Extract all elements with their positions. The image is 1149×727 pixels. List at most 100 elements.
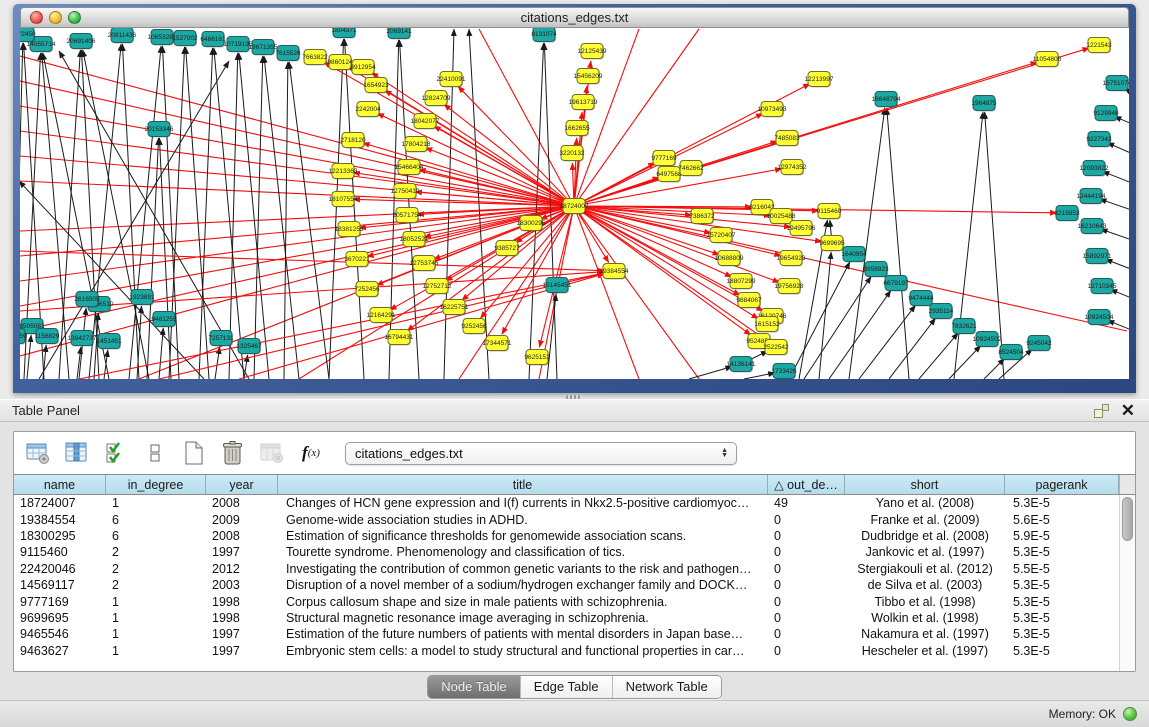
network-node[interactable]: 9252456 [461,319,487,335]
network-node[interactable]: 1654923 [363,78,389,94]
network-node[interactable]: 15466404 [395,160,424,176]
network-canvas[interactable]: 1872400732201321662655196137191545620912… [20,28,1129,379]
network-node[interactable]: 9625151 [524,350,550,366]
network-node[interactable]: 12213363 [329,164,358,180]
network-node[interactable]: 16210643 [1078,219,1107,235]
network-node[interactable]: 12750419 [391,184,420,200]
table-cell[interactable]: Tourette syndrome. Phenomenology and cla… [278,544,768,560]
network-node[interactable]: 10924504 [1085,310,1114,326]
table-cell[interactable]: Yano et al. (2008) [845,495,1005,511]
network-node[interactable]: 1662655 [564,121,590,137]
table-cell[interactable]: de Silva et al. (2003) [845,577,1005,593]
table-cell[interactable]: 0 [768,511,845,527]
table-cell[interactable]: 0 [768,643,845,659]
table-cell[interactable]: 22420046 [14,561,106,577]
table-row[interactable]: 1872400712008Changes of HCN gene express… [14,495,1119,511]
tab-edge-table[interactable]: Edge Table [520,676,612,698]
table-header-row[interactable]: namein_degreeyeartitle△ out_de…shortpage… [14,474,1135,495]
memory-ok-icon[interactable] [1123,707,1137,721]
minimize-window-icon[interactable] [49,11,62,24]
network-node[interactable]: 12753745 [410,256,439,272]
table-rows[interactable]: 1872400712008Changes of HCN gene express… [14,495,1119,671]
network-node[interactable]: 1640954 [841,247,867,263]
table-cell[interactable]: 9777169 [14,593,106,609]
network-node[interactable]: 9129946 [1093,106,1119,122]
network-node[interactable]: 1527002 [172,31,198,47]
network-node[interactable]: 2242004 [355,102,381,118]
table-cell[interactable]: 2 [106,544,206,560]
tab-node-table[interactable]: Node Table [428,676,520,698]
network-node[interactable]: 12824709 [422,91,451,107]
table-cell[interactable]: Estimation of the future numbers of pati… [278,626,768,642]
table-cell[interactable]: Embryonic stem cells: a model to study s… [278,643,768,659]
table-cell[interactable]: Franke et al. (2009) [845,511,1005,527]
column-header-pagerank[interactable]: pagerank [1005,475,1119,494]
network-node[interactable]: 8524504 [998,345,1024,361]
network-node[interactable]: 18724007 [560,199,589,215]
table-settings-icon[interactable] [25,440,51,466]
network-node[interactable]: 19495796 [787,221,816,237]
network-node[interactable]: 1615152 [754,317,780,333]
table-cell[interactable]: 0 [768,626,845,642]
column-header-name[interactable]: name [14,475,106,494]
table-cell[interactable]: 0 [768,577,845,593]
network-node[interactable]: 9115460 [817,204,842,220]
network-node[interactable]: 3670221 [344,252,370,268]
table-cell[interactable]: 1 [106,626,206,642]
network-node[interactable]: 19654923 [777,251,806,267]
network-node[interactable]: 7257131 [208,331,234,347]
network-node[interactable]: 12093822 [1080,161,1109,177]
column-header-in_degree[interactable]: in_degree [106,475,206,494]
table-row[interactable]: 1830029562008Estimation of significance … [14,528,1119,544]
table-cell[interactable]: 9463627 [14,643,106,659]
table-cell[interactable]: 9115460 [14,544,106,560]
tab-network-table[interactable]: Network Table [612,676,721,698]
column-header-year[interactable]: year [206,475,278,494]
table-selector-dropdown[interactable]: citations_edges.txt ▲▼ [345,442,737,465]
table-cell[interactable]: 2 [106,577,206,593]
network-node[interactable]: 2718120 [340,133,366,149]
network-node[interactable]: 1451451 [96,334,122,350]
table-cell[interactable]: Structural magnetic resonance image aver… [278,610,768,626]
network-node[interactable]: 18300295 [517,216,546,232]
table-row[interactable]: 911546021997Tourette syndrome. Phenomeno… [14,544,1119,560]
network-node[interactable]: 16225751 [440,300,469,316]
table-cell[interactable]: 18300295 [14,528,106,544]
network-node[interactable]: 8958923 [863,262,889,278]
network-node[interactable]: 9461255 [151,312,177,328]
delete-table-icon[interactable] [220,440,246,466]
network-node[interactable]: 16648794 [872,92,901,108]
close-window-icon[interactable] [30,11,43,24]
table-row[interactable]: 969969511998Structural magnetic resonanc… [14,610,1119,626]
network-node[interactable]: 9385727 [494,241,520,257]
network-node[interactable]: 15145451 [543,278,572,294]
network-node[interactable]: 12444194 [1077,189,1106,205]
network-node[interactable]: 6466161 [200,32,226,48]
network-node[interactable]: 9474444 [908,291,934,307]
table-cell[interactable]: 0 [768,610,845,626]
network-node[interactable]: 9245042 [1026,336,1052,352]
table-cell[interactable]: 2003 [206,577,278,593]
close-panel-icon[interactable]: ✕ [1121,404,1135,418]
table-cell[interactable]: 5.3E-5 [1005,610,1119,626]
table-cell[interactable]: Nakamura et al. (1997) [845,626,1005,642]
network-node[interactable]: 8131074 [531,28,557,43]
table-cell[interactable]: Wolkin et al. (1998) [845,610,1005,626]
network-node[interactable]: 20571754 [393,208,422,224]
network-node[interactable]: 19384554 [600,264,629,280]
table-cell[interactable]: 14569117 [14,577,106,593]
network-node[interactable]: 20691406 [67,34,96,50]
network-node[interactable]: 1964875 [971,96,997,112]
network-node[interactable]: 7252456 [354,282,380,298]
table-cell[interactable]: 19384554 [14,511,106,527]
table-cell[interactable]: Jankovic et al. (1997) [845,544,1005,560]
table-cell[interactable]: 2 [106,561,206,577]
network-node[interactable]: 1804371 [331,28,357,39]
table-cell[interactable]: 5.9E-5 [1005,528,1119,544]
table-cell[interactable]: 5.5E-5 [1005,561,1119,577]
network-node[interactable]: 17804218 [402,137,431,153]
table-cell[interactable]: 2008 [206,495,278,511]
network-node[interactable]: 7832621 [951,319,977,335]
network-node[interactable]: 12710345 [1088,279,1117,295]
network-node[interactable]: 7462662 [678,161,704,177]
